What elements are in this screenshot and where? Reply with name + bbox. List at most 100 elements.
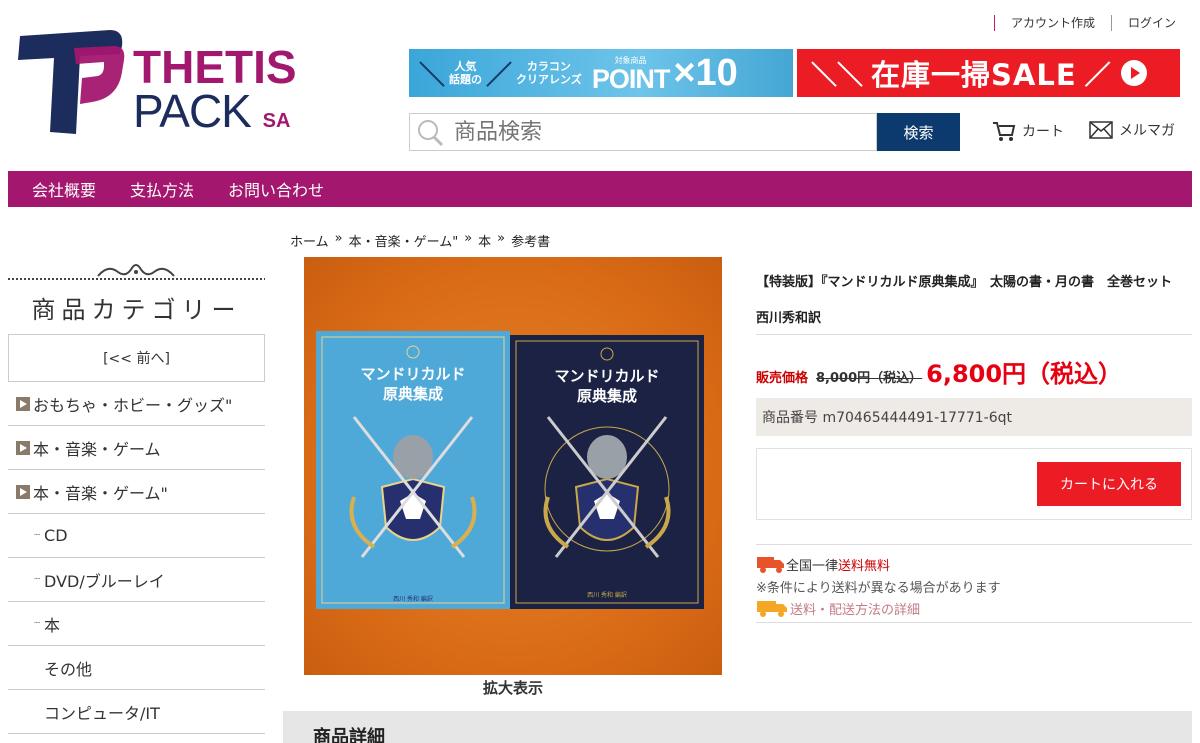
search-input[interactable] <box>454 119 854 145</box>
search-icon <box>410 114 454 150</box>
top-account-links: アカウント作成 ログイン <box>993 14 1176 31</box>
subcategory-books[interactable]: ┈ 本 <box>8 602 265 646</box>
price-row: 販売価格 8,000円（税込） 6,800円（税込） <box>756 354 1122 389</box>
breadcrumb-sep: » <box>497 231 506 246</box>
login-link[interactable]: ログイン <box>1128 14 1176 31</box>
category-label: 本・音楽・ゲーム" <box>33 483 168 503</box>
divider <box>756 622 1192 623</box>
nav-contact[interactable]: お問い合わせ <box>228 177 324 201</box>
logo-text: THETIS PACK SA <box>133 41 297 144</box>
shipping-details-link[interactable]: 送料・配送方法の詳細 <box>790 599 920 618</box>
point-block: 対象商品 POINT <box>591 55 671 94</box>
add-to-cart-box: カートに入れる <box>756 448 1192 520</box>
banner-point: POINT <box>591 63 671 94</box>
banner-line: カラコン <box>526 60 571 73</box>
shipping-info: 全国一律 送料無料 ※条件により送料が異なる場合があります 送料・配送方法の詳細 <box>756 553 1192 619</box>
nav-company[interactable]: 会社概要 <box>32 177 96 201</box>
shipping-note: ※条件により送料が異なる場合があります <box>756 580 1001 596</box>
category-label: 本・音楽・ゲーム <box>33 439 161 459</box>
banner-times: ×10 <box>673 51 738 94</box>
divider <box>756 544 1192 545</box>
truck-icon <box>757 557 784 573</box>
breadcrumb-home[interactable]: ホーム <box>290 231 329 250</box>
tree-branch-icon: ┈ <box>34 574 41 585</box>
subcategory-other[interactable]: その他 <box>8 646 265 690</box>
nav-payment[interactable]: 支払方法 <box>130 177 194 201</box>
banner-line: クリアレンズ <box>516 73 582 86</box>
divider <box>993 14 995 31</box>
ornament-divider <box>8 258 265 288</box>
category-label: DVD/ブルーレイ <box>44 571 165 591</box>
breadcrumb-sep: » <box>464 231 473 246</box>
subcategory-dvd-bluray[interactable]: ┈ DVD/ブルーレイ <box>8 558 265 602</box>
banner-text-lens: カラコン クリアレンズ <box>516 60 582 86</box>
search-box <box>409 113 877 151</box>
breadcrumb-books-music-games[interactable]: 本・音楽・ゲーム" <box>349 231 459 250</box>
category-books-music-games-2[interactable]: 本・音楽・ゲーム" <box>8 470 265 514</box>
divider <box>756 334 1192 335</box>
banner-text-popular: 人気 話題の <box>449 60 482 86</box>
triangle-bullet-icon <box>16 484 30 499</box>
logo-sa: SA <box>262 110 291 132</box>
category-label: その他 <box>44 659 93 679</box>
slash-decoration: ＼ <box>419 60 446 91</box>
add-to-cart-button[interactable]: カートに入れる <box>1037 462 1181 506</box>
slash-decoration: ／ <box>1084 60 1111 91</box>
shipping-prefix: 全国一律 <box>786 558 839 574</box>
triangle-bullet-icon <box>16 396 30 411</box>
category-label: CD <box>44 526 68 545</box>
price-old: 8,000円（税込） <box>816 371 923 386</box>
logo-line2: PACK SA <box>133 88 297 144</box>
site-logo[interactable]: THETIS PACK SA <box>18 28 318 138</box>
book-title-line2: 原典集成 <box>383 385 443 403</box>
breadcrumb-books[interactable]: 本 <box>478 231 491 250</box>
zoom-link[interactable]: 拡大表示 <box>304 677 722 698</box>
sidebar-title: 商品カテゴリー <box>31 296 242 324</box>
breadcrumb-reference[interactable]: 参考書 <box>511 231 550 250</box>
slash-decoration: ＼＼ <box>811 60 864 91</box>
book-author: 西川 秀和 編訳 <box>393 595 433 603</box>
product-detail-section: 商品詳細 <box>283 711 1192 743</box>
product-sku: 商品番号 m70465444491-17771-6qt <box>756 398 1192 436</box>
slash-decoration: ／ <box>486 60 513 91</box>
product-detail-heading: 商品詳細 <box>313 727 385 743</box>
category-toys-hobby[interactable]: おもちゃ・ホビー・グッズ" <box>8 382 265 426</box>
book-title-line1: マンドリカルド <box>554 367 659 385</box>
mail-icon <box>1089 121 1113 139</box>
category-label: 本 <box>44 615 61 635</box>
category-label: コンピュータ/IT <box>44 703 160 723</box>
subcategory-computer-it[interactable]: コンピュータ/IT <box>8 690 265 734</box>
price-label: 販売価格 <box>756 371 809 386</box>
sale-banner[interactable]: ＼＼ 在庫一掃SALE ／ <box>797 49 1180 97</box>
product-image[interactable]: マンドリカルド 原典集成 西川 秀和 編訳 マンドリカルド 原典集成 西川 秀和… <box>304 257 722 675</box>
mailmag-link[interactable]: メルマガ <box>1089 120 1175 140</box>
tree-branch-icon: ┈ <box>34 530 41 541</box>
logo-line1: THETIS <box>133 41 297 93</box>
product-title: 【特装版】『マンドリカルド原典集成』 太陽の書・月の書 全巻セット 西川秀和訳 <box>756 275 1186 326</box>
logo-mark-icon <box>18 30 125 134</box>
mailmag-label: メルマガ <box>1119 123 1175 139</box>
banner-line: 人気 <box>454 60 477 73</box>
breadcrumb-sep: » <box>334 231 343 246</box>
book-author: 西川 秀和 編訳 <box>587 591 627 599</box>
account-create-link[interactable]: アカウント作成 <box>1011 14 1095 31</box>
main-nav: 会社概要 支払方法 お問い合わせ <box>8 171 1192 207</box>
triangle-bullet-icon <box>16 440 30 455</box>
category-sidebar: 商品カテゴリー [<< 前へ] おもちゃ・ホビー・グッズ" 本・音楽・ゲーム 本… <box>8 258 265 734</box>
sale-banner-text: 在庫一掃SALE <box>871 58 1077 92</box>
shipping-free-line: 全国一律 送料無料 <box>756 553 1192 575</box>
subcategory-cd[interactable]: ┈ CD <box>8 514 265 558</box>
play-icon <box>1120 60 1147 86</box>
category-label: おもちゃ・ホビー・グッズ" <box>33 395 233 415</box>
category-books-music-games[interactable]: 本・音楽・ゲーム <box>8 426 265 470</box>
cart-icon <box>993 122 1016 141</box>
shipping-free: 送料無料 <box>838 558 891 574</box>
point-banner[interactable]: ＼ 人気 話題の ／ カラコン クリアレンズ 対象商品 POINT ×10 <box>409 49 793 97</box>
shipping-details-line: 送料・配送方法の詳細 <box>756 597 1192 619</box>
logo-pack: PACK <box>133 85 252 137</box>
cart-link[interactable]: カート <box>992 120 1064 142</box>
sidebar-prev-link[interactable]: [<< 前へ] <box>8 334 265 382</box>
truck-icon <box>757 601 787 617</box>
search-button[interactable]: 検索 <box>877 113 960 151</box>
divider <box>1110 14 1112 31</box>
